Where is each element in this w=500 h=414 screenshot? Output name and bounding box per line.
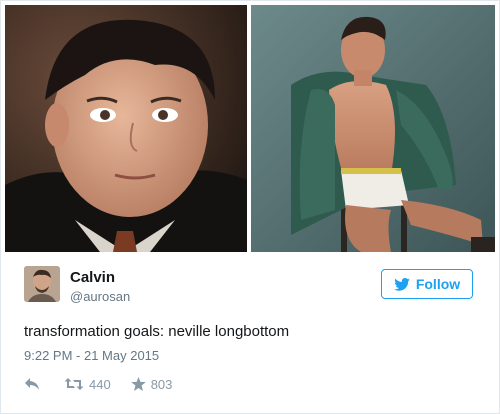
reply-button[interactable] [24,377,40,391]
retweet-icon [64,378,84,390]
media-row [5,5,495,252]
follow-label: Follow [415,276,461,292]
tweet-actions: 440 803 [24,375,172,393]
photo-right[interactable] [251,5,495,252]
twitter-bird-icon [394,277,410,291]
like-button[interactable]: 803 [130,376,173,392]
tweet-timestamp[interactable]: 9:22 PM - 21 May 2015 [24,348,159,363]
retweet-count: 440 [89,376,111,392]
avatar-icon [24,266,60,302]
photo-neville-young [5,5,247,252]
user-avatar[interactable] [24,266,60,302]
star-icon [130,377,146,391]
retweet-button[interactable]: 440 [64,377,111,392]
reply-icon [25,378,39,390]
like-count: 803 [150,376,173,392]
follow-button[interactable]: Follow [381,269,473,299]
photo-left[interactable] [5,5,247,252]
tweet-card: Calvin @aurosan Follow transformation go… [0,0,500,414]
user-handle[interactable]: @aurosan [70,289,130,304]
user-name[interactable]: Calvin [70,269,115,286]
photo-neville-adult [251,5,495,252]
tweet-body: Calvin @aurosan Follow transformation go… [0,252,500,414]
tweet-text: transformation goals: neville longbottom [24,323,290,340]
